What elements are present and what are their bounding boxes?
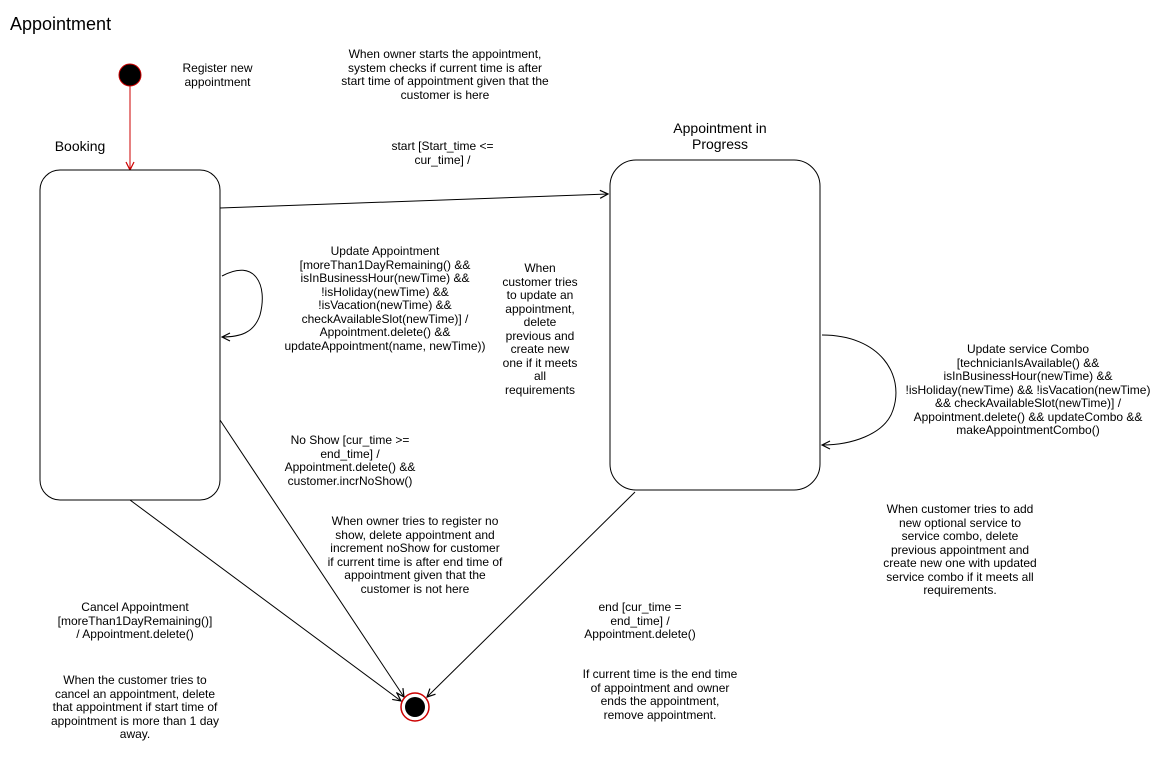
state-in-progress-label: Appointment in Progress	[673, 120, 767, 152]
state-in-progress[interactable]	[609, 159, 821, 491]
update-appointment-note: When customer tries to update an appoint…	[502, 261, 578, 397]
end-note: If current time is the end time of appoi…	[582, 667, 738, 722]
end-label: end [cur_time = end_time] / Appointment.…	[584, 600, 696, 641]
update-appointment-self-loop[interactable]	[222, 269, 263, 337]
no-show-note: When owner tries to register no show, de…	[327, 514, 503, 596]
cancel-note: When the customer tries to cancel an app…	[50, 673, 220, 741]
state-booking-label: Booking	[54, 138, 106, 154]
no-show-label: No Show [cur_time >= end_time] / Appoint…	[284, 433, 416, 488]
cancel-label: Cancel Appointment [moreThan1DayRemainin…	[57, 600, 213, 641]
update-combo-note: When customer tries to add new optional …	[883, 502, 1037, 597]
initial-node-label: Register new appointment	[182, 61, 253, 89]
state-booking[interactable]	[39, 169, 221, 501]
start-transition-label: start [Start_time <= cur_time] /	[391, 139, 494, 167]
final-node-core	[405, 697, 425, 717]
initial-node[interactable]	[118, 63, 142, 87]
start-transition-note: When owner starts the appointment, syste…	[341, 47, 549, 102]
update-combo-label: Update service Combo [technicianIsAvaila…	[905, 342, 1151, 437]
start-transition-arrow[interactable]	[219, 194, 608, 209]
update-appointment-label: Update Appointment [moreThan1DayRemainin…	[284, 244, 486, 353]
update-combo-self-loop[interactable]	[822, 334, 897, 445]
